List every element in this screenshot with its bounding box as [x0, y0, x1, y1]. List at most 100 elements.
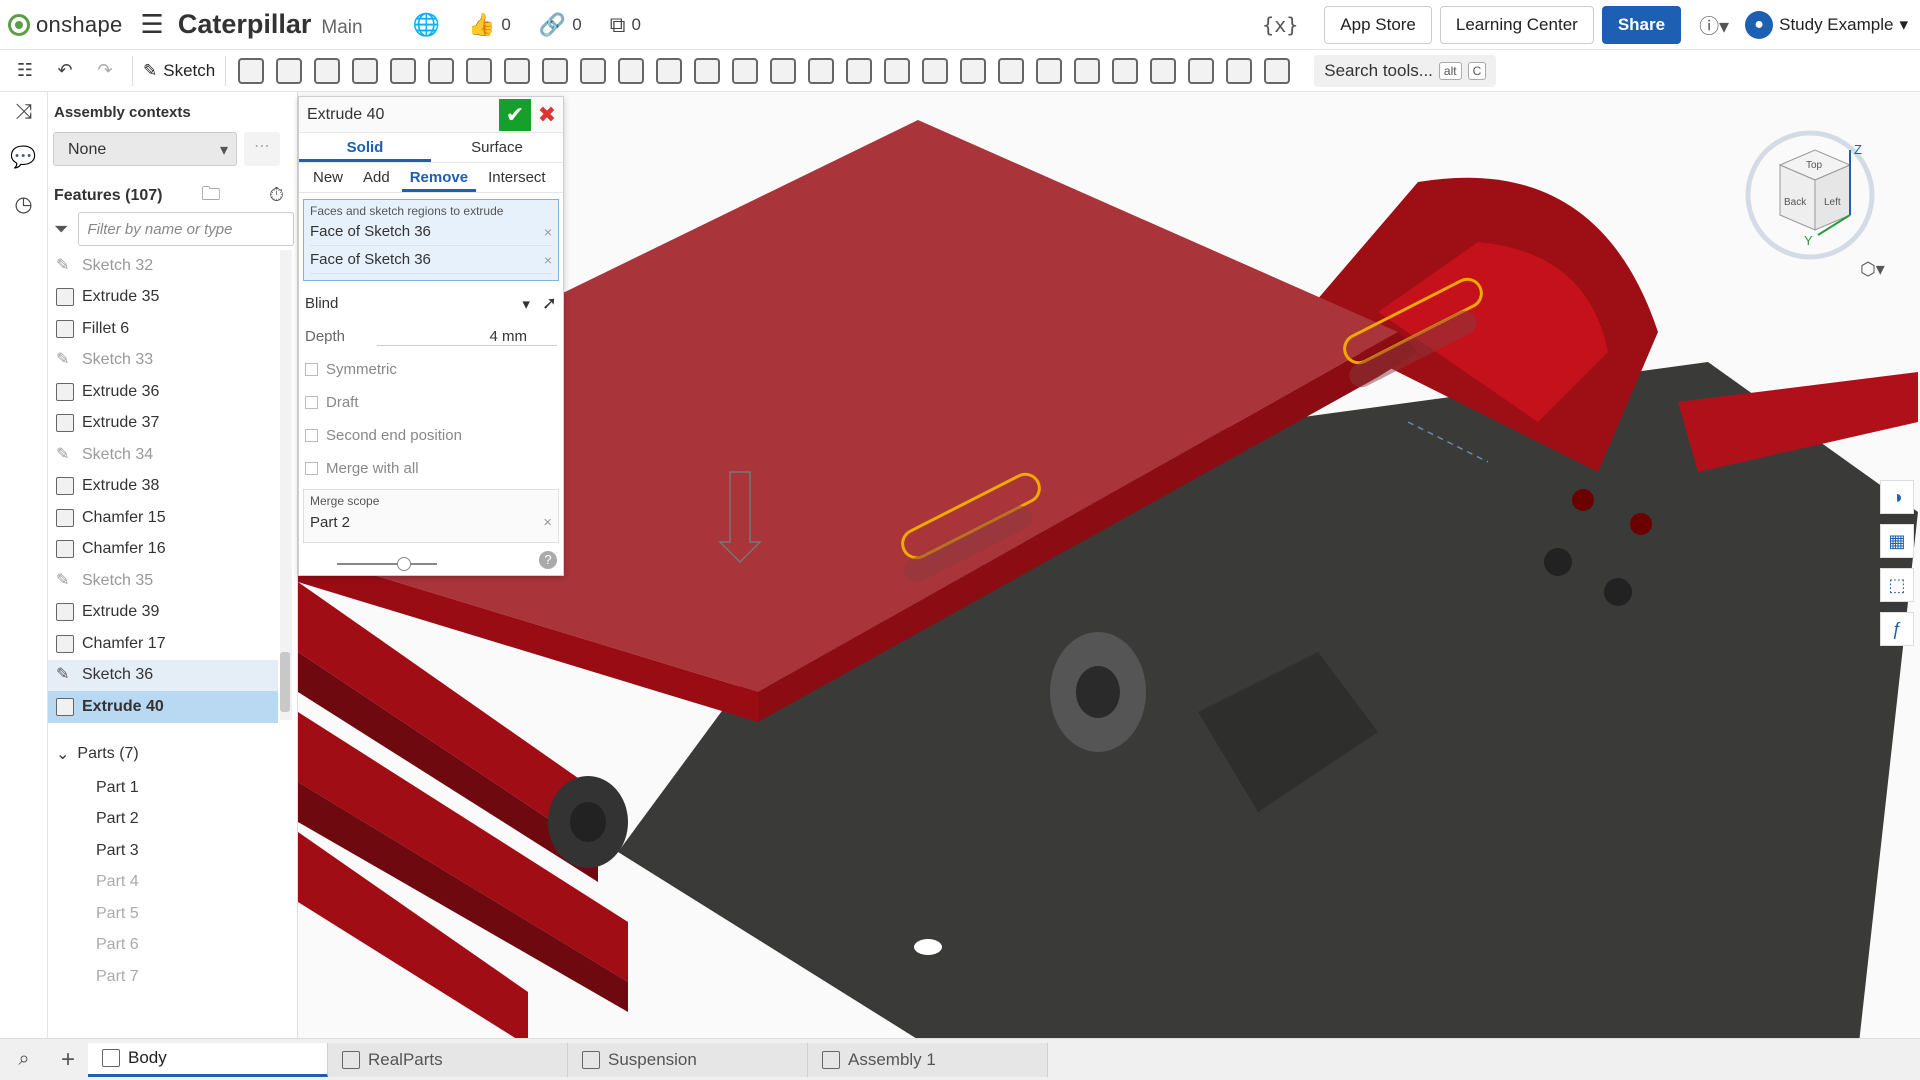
symmetric-checkbox[interactable] — [305, 363, 318, 376]
rollback-timer-icon[interactable]: ⏱ — [269, 185, 284, 207]
undo-icon[interactable]: ↶ — [52, 58, 78, 84]
search-tools-input[interactable]: Search tools... alt C — [1314, 54, 1497, 87]
helix-tool-icon[interactable] — [1112, 57, 1139, 84]
feature-item[interactable]: Extrude 39 — [48, 597, 278, 629]
assembly-context-select[interactable]: None — [53, 132, 237, 166]
view-cube[interactable]: Top Back Left Z Y ⬡▾ — [1740, 110, 1920, 280]
second-end-option[interactable]: Second end position — [299, 419, 563, 452]
fillet-tool-icon[interactable] — [428, 57, 455, 84]
sheet-metal-tool-icon[interactable] — [1226, 57, 1253, 84]
feature-list-scrollbar[interactable] — [280, 250, 292, 720]
revolve-tool-icon[interactable] — [276, 57, 303, 84]
part-item[interactable]: Part 5 — [76, 898, 139, 930]
extrude-title[interactable]: Extrude 40 — [307, 106, 384, 124]
move-face-tool-icon[interactable] — [960, 57, 987, 84]
op-add[interactable]: Add — [355, 163, 398, 192]
likes-stat[interactable]: 👍 0 — [468, 12, 511, 38]
feature-item[interactable]: Extrude 36 — [48, 376, 278, 408]
second-end-checkbox[interactable] — [305, 429, 318, 442]
draft-option[interactable]: Draft — [299, 386, 563, 419]
feature-item[interactable]: ✎ Sketch 35 — [48, 565, 278, 597]
feature-item[interactable]: Chamfer 15 — [48, 502, 278, 534]
globe-icon[interactable]: 🌐 — [413, 12, 440, 38]
thicken-tool-icon[interactable] — [390, 57, 417, 84]
user-menu[interactable]: ● Study Example ▾ — [1745, 10, 1908, 39]
selected-face[interactable]: Face of Sketch 36 × — [310, 246, 552, 274]
depth-input[interactable]: 4 mm — [377, 328, 557, 346]
variable-tool-icon[interactable] — [1188, 57, 1215, 84]
merge-scope-item[interactable]: Part 2 × — [310, 508, 552, 536]
view-cube-graphic[interactable]: Top Back Left Z Y ⬡▾ — [1740, 110, 1920, 280]
merge-all-checkbox[interactable] — [305, 462, 318, 475]
tab-body[interactable]: Body — [88, 1042, 328, 1077]
feature-item[interactable]: ✎ Sketch 32 — [48, 250, 278, 282]
part-item[interactable]: Part 4 — [76, 867, 139, 899]
tab-surface[interactable]: Surface — [431, 133, 563, 162]
pattern-tool-icon[interactable] — [656, 57, 683, 84]
more-options-icon[interactable]: ⋯ — [244, 132, 280, 166]
filter-icon[interactable]: ⏷ — [54, 219, 68, 240]
mass-properties-icon[interactable]: ⬚ — [1880, 568, 1914, 602]
feature-item[interactable]: Extrude 35 — [48, 282, 278, 314]
draft-checkbox[interactable] — [305, 396, 318, 409]
feature-item-selected[interactable]: Extrude 40 — [48, 691, 278, 723]
comment-icon[interactable]: 💬 — [10, 146, 36, 170]
branch-name[interactable]: Main — [321, 17, 362, 39]
hamburger-menu-icon[interactable]: ☰ — [141, 9, 164, 40]
draft-tool-icon[interactable] — [504, 57, 531, 84]
settings-tool-icon[interactable] — [1264, 57, 1291, 84]
remove-scope-icon[interactable]: × — [543, 514, 552, 531]
parts-header[interactable]: ⌄ Parts (7) — [56, 744, 139, 764]
extrude-tool-icon[interactable] — [238, 57, 265, 84]
op-intersect[interactable]: Intersect — [480, 163, 554, 192]
view-options-icon[interactable]: ⬡▾ — [1860, 259, 1885, 280]
plane-tool-icon[interactable] — [1036, 57, 1063, 84]
sketch-button[interactable]: ✎ Sketch — [132, 55, 227, 86]
feature-item[interactable]: Chamfer 17 — [48, 628, 278, 660]
remove-face-icon[interactable]: × — [544, 224, 552, 240]
chevron-down-icon[interactable]: ▾ — [522, 295, 530, 313]
onshape-logo[interactable]: onshape — [8, 12, 123, 38]
modify-fillet-tool-icon[interactable] — [884, 57, 911, 84]
op-remove[interactable]: Remove — [401, 163, 477, 192]
history-icon[interactable]: ◷ — [14, 192, 32, 217]
shell-tool-icon[interactable] — [580, 57, 607, 84]
part-item[interactable]: Part 3 — [76, 835, 139, 867]
help-icon[interactable]: ⓘ▾ — [1699, 10, 1729, 39]
preview-slider[interactable] — [337, 557, 437, 571]
transform-tool-icon[interactable] — [808, 57, 835, 84]
end-type-select[interactable]: Blind — [305, 295, 522, 312]
feature-item[interactable]: Fillet 6 — [48, 313, 278, 345]
faces-selection-box[interactable]: Faces and sketch regions to extrude Face… — [303, 199, 559, 281]
symmetric-option[interactable]: Symmetric — [299, 353, 563, 386]
confirm-button[interactable]: ✔ — [499, 98, 531, 131]
delete-part-tool-icon[interactable] — [846, 57, 873, 84]
learning-center-button[interactable]: Learning Center — [1439, 5, 1594, 44]
replace-face-tool-icon[interactable] — [998, 57, 1025, 84]
op-new[interactable]: New — [305, 163, 351, 192]
split-tool-icon[interactable] — [770, 57, 797, 84]
rib-tool-icon[interactable] — [542, 57, 569, 84]
feature-item[interactable]: Chamfer 16 — [48, 534, 278, 566]
feature-item[interactable]: Extrude 37 — [48, 408, 278, 440]
hole-tool-icon[interactable] — [618, 57, 645, 84]
feature-item[interactable]: ✎ Sketch 36 — [48, 659, 278, 691]
tab-realparts[interactable]: RealParts — [328, 1042, 568, 1077]
links-stat[interactable]: 🔗 0 — [539, 12, 582, 38]
flip-direction-icon[interactable]: ➚ — [542, 293, 557, 314]
share-button[interactable]: Share — [1601, 5, 1682, 44]
variables-icon[interactable]: {x} — [1262, 13, 1298, 37]
measure-tool-icon[interactable] — [1150, 57, 1177, 84]
delete-face-tool-icon[interactable] — [922, 57, 949, 84]
search-parts-icon[interactable]: ⌕ — [0, 1048, 48, 1071]
feature-item[interactable]: ✎ Sketch 33 — [48, 345, 278, 377]
sweep-tool-icon[interactable] — [314, 57, 341, 84]
part-item[interactable]: Part 6 — [76, 930, 139, 962]
merge-scope-box[interactable]: Merge scope Part 2 × — [303, 489, 559, 543]
remove-face-icon[interactable]: × — [544, 252, 552, 268]
app-store-button[interactable]: App Store — [1324, 5, 1432, 44]
slider-knob[interactable] — [397, 557, 411, 571]
redo-icon[interactable]: ↷ — [92, 58, 118, 84]
feature-list-icon[interactable]: ☷ — [12, 58, 38, 84]
loft-tool-icon[interactable] — [352, 57, 379, 84]
